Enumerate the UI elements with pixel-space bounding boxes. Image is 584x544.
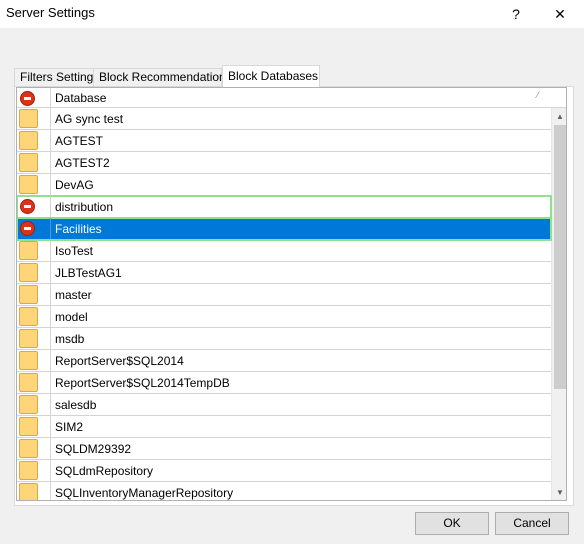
row-icon-cell[interactable] bbox=[17, 196, 51, 217]
row-icon-cell[interactable] bbox=[17, 152, 51, 173]
cancel-button[interactable]: Cancel bbox=[495, 512, 569, 535]
table-row[interactable]: SQLdmRepository bbox=[17, 460, 551, 482]
scroll-up-icon[interactable]: ▲ bbox=[552, 108, 566, 124]
database-name: Facilities bbox=[55, 222, 102, 236]
table-row[interactable]: DevAG bbox=[17, 174, 551, 196]
folder-icon bbox=[19, 329, 38, 348]
title-bar: Server Settings ? ✕ bbox=[0, 0, 584, 28]
block-icon bbox=[20, 199, 35, 214]
database-name: ReportServer$SQL2014 bbox=[55, 354, 184, 368]
help-button[interactable]: ? bbox=[496, 2, 536, 26]
database-name: SIM2 bbox=[55, 420, 84, 434]
row-icon-cell[interactable] bbox=[17, 262, 51, 283]
table-row[interactable]: salesdb bbox=[17, 394, 551, 416]
database-name: ReportServer$SQL2014TempDB bbox=[55, 376, 230, 390]
database-name: msdb bbox=[55, 332, 85, 346]
row-icon-cell[interactable] bbox=[17, 438, 51, 459]
block-icon bbox=[20, 91, 35, 106]
row-icon-cell[interactable] bbox=[17, 372, 51, 393]
tab-block-databases[interactable]: Block Databases bbox=[222, 65, 320, 87]
scroll-down-icon[interactable]: ▼ bbox=[552, 484, 566, 500]
block-icon bbox=[20, 221, 35, 236]
database-name: master bbox=[55, 288, 92, 302]
folder-icon bbox=[19, 373, 38, 392]
folder-icon bbox=[19, 307, 38, 326]
row-icon-cell[interactable] bbox=[17, 306, 51, 327]
folder-icon bbox=[19, 395, 38, 414]
close-button[interactable]: ✕ bbox=[540, 2, 580, 26]
vertical-scrollbar[interactable]: ▲ ▼ bbox=[551, 108, 566, 500]
database-name: AGTEST2 bbox=[55, 156, 110, 170]
database-name: SQLInventoryManagerRepository bbox=[55, 486, 234, 500]
database-name: JLBTestAG1 bbox=[55, 266, 122, 280]
table-row[interactable]: Facilities bbox=[17, 217, 552, 241]
folder-icon bbox=[19, 285, 38, 304]
database-grid: Database ⁄ AG sync test AGTEST AGTEST2 DevA… bbox=[16, 87, 567, 501]
table-row[interactable]: master bbox=[17, 284, 551, 306]
table-row[interactable]: AGTEST2 bbox=[17, 152, 551, 174]
table-row[interactable]: SQLDM29392 bbox=[17, 438, 551, 460]
folder-icon bbox=[19, 351, 38, 370]
database-name: AG sync test bbox=[55, 112, 124, 126]
ok-button[interactable]: OK bbox=[415, 512, 489, 535]
table-row[interactable]: ReportServer$SQL2014TempDB bbox=[17, 372, 551, 394]
scrollbar-thumb[interactable] bbox=[554, 125, 566, 389]
window-title: Server Settings bbox=[6, 5, 95, 20]
tab-block-recommendations[interactable]: Block Recommendations bbox=[93, 68, 232, 86]
table-row[interactable]: AGTEST bbox=[17, 130, 551, 152]
folder-icon bbox=[19, 131, 38, 150]
row-icon-cell[interactable] bbox=[17, 108, 51, 129]
database-name: model bbox=[55, 310, 88, 324]
folder-icon bbox=[19, 175, 38, 194]
row-icon-cell[interactable] bbox=[17, 240, 51, 261]
folder-icon bbox=[19, 241, 38, 260]
table-row[interactable]: model bbox=[17, 306, 551, 328]
row-icon-cell[interactable] bbox=[17, 394, 51, 415]
table-row[interactable]: msdb bbox=[17, 328, 551, 350]
sort-indicator-icon: ⁄ bbox=[537, 90, 539, 100]
database-name: salesdb bbox=[55, 398, 97, 412]
row-icon-cell[interactable] bbox=[17, 174, 51, 195]
row-icon-cell[interactable] bbox=[17, 482, 51, 500]
folder-icon bbox=[19, 417, 38, 436]
table-row[interactable]: JLBTestAG1 bbox=[17, 262, 551, 284]
header-icon-cell[interactable] bbox=[17, 88, 51, 108]
database-name: AGTEST bbox=[55, 134, 104, 148]
row-icon-cell[interactable] bbox=[17, 460, 51, 481]
folder-icon bbox=[19, 153, 38, 172]
row-icon-cell[interactable] bbox=[17, 218, 51, 239]
folder-icon bbox=[19, 109, 38, 128]
row-icon-cell[interactable] bbox=[17, 350, 51, 371]
row-icon-cell[interactable] bbox=[17, 284, 51, 305]
database-name: distribution bbox=[55, 200, 114, 214]
row-icon-cell[interactable] bbox=[17, 416, 51, 437]
database-name: SQLdmRepository bbox=[55, 464, 154, 478]
table-row[interactable]: SIM2 bbox=[17, 416, 551, 438]
folder-icon bbox=[19, 461, 38, 480]
database-name: SQLDM29392 bbox=[55, 442, 132, 456]
database-name: IsoTest bbox=[55, 244, 94, 258]
row-icon-cell[interactable] bbox=[17, 130, 51, 151]
table-row[interactable]: IsoTest bbox=[17, 240, 551, 262]
table-row[interactable]: SQLInventoryManagerRepository bbox=[17, 482, 551, 500]
folder-icon bbox=[19, 439, 38, 458]
folder-icon bbox=[19, 483, 38, 500]
database-name: DevAG bbox=[55, 178, 94, 192]
table-row[interactable]: distribution bbox=[17, 195, 552, 219]
folder-icon bbox=[19, 263, 38, 282]
table-row[interactable]: AG sync test bbox=[17, 108, 551, 130]
grid-rows: AG sync test AGTEST AGTEST2 DevAG distributi… bbox=[17, 108, 552, 500]
row-icon-cell[interactable] bbox=[17, 328, 51, 349]
tab-filters-settings[interactable]: Filters Settings bbox=[14, 68, 99, 86]
grid-header: Database ⁄ bbox=[17, 88, 566, 108]
database-column-header[interactable]: Database bbox=[55, 91, 106, 105]
table-row[interactable]: ReportServer$SQL2014 bbox=[17, 350, 551, 372]
